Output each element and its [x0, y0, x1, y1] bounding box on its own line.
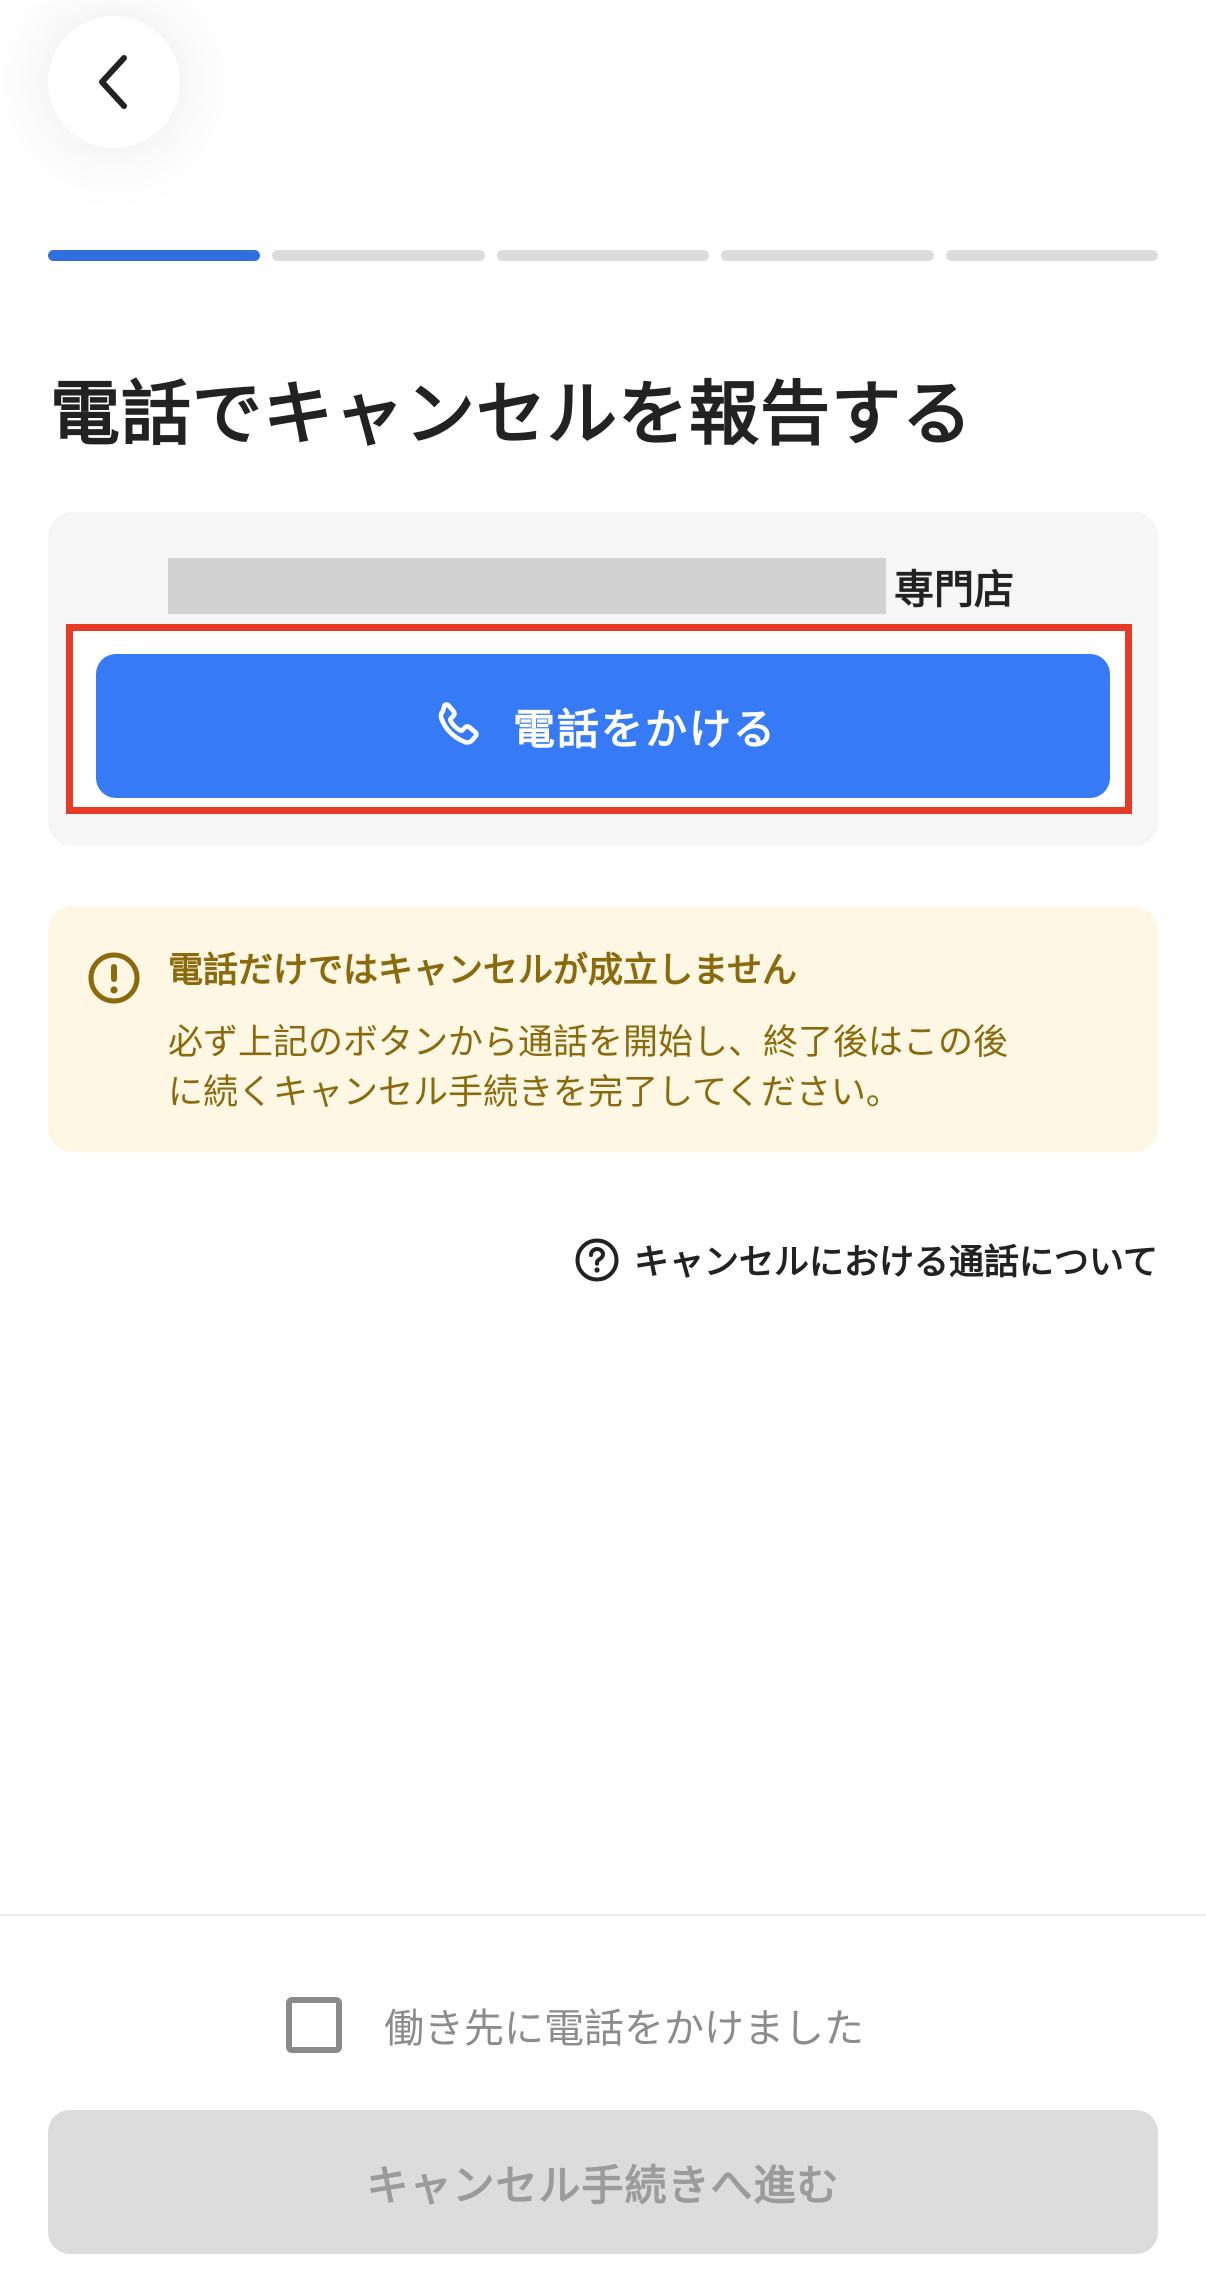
- warning-body: 必ず上記のボタンから通話を開始し、終了後はこの後 に続くキャンセル手続きを完了し…: [168, 1018, 1138, 1118]
- cancel-report-screen: 電話でキャンセルを報告する 専門店 電話をかける 電話だけではキャンセルが成立し…: [0, 0, 1206, 2292]
- page-title: 電話でキャンセルを報告する: [50, 373, 973, 455]
- progress-step-3: [496, 250, 710, 261]
- phone-icon: [438, 702, 479, 745]
- proceed-button-label: キャンセル手続きへ進む: [366, 2160, 840, 2210]
- warning-title: 電話だけではキャンセルが成立しません: [168, 951, 797, 991]
- store-name: 専門店: [168, 556, 1014, 616]
- exclamation-circle-icon: [88, 952, 140, 1004]
- called-confirmation-row[interactable]: 働き先に電話をかけました: [286, 1996, 864, 2054]
- question-circle-icon: [575, 1238, 619, 1281]
- call-button[interactable]: 電話をかける: [96, 654, 1110, 798]
- called-confirmation-label: 働き先に電話をかけました: [384, 2006, 864, 2052]
- call-button-label: 電話をかける: [512, 704, 777, 754]
- step-progress-bar: [48, 250, 1159, 262]
- warning-body-line-1: 必ず上記のボタンから通話を開始し、終了後はこの後: [168, 1023, 1009, 1063]
- call-help-link[interactable]: キャンセルにおける通話について: [574, 1234, 1158, 1285]
- progress-step-2: [272, 250, 485, 261]
- store-name-suffix: 専門店: [894, 567, 1014, 613]
- progress-step-5: [945, 250, 1159, 261]
- footer-panel: 働き先に電話をかけました キャンセル手続きへ進む: [0, 1914, 1206, 2292]
- proceed-to-cancel-button[interactable]: キャンセル手続きへ進む: [48, 2110, 1158, 2254]
- store-name-redacted: [168, 558, 886, 614]
- progress-step-1: [48, 250, 261, 261]
- warning-notice: 電話だけではキャンセルが成立しません 必ず上記のボタンから通話を開始し、終了後は…: [48, 906, 1158, 1152]
- back-button[interactable]: [48, 16, 180, 148]
- progress-step-4: [721, 250, 934, 261]
- called-confirmation-checkbox[interactable]: [286, 1997, 342, 2053]
- warning-body-line-2: に続くキャンセル手続きを完了してください。: [168, 1073, 901, 1113]
- help-link-label: キャンセルにおける通話について: [634, 1243, 1158, 1283]
- chevron-left-icon: [99, 55, 127, 109]
